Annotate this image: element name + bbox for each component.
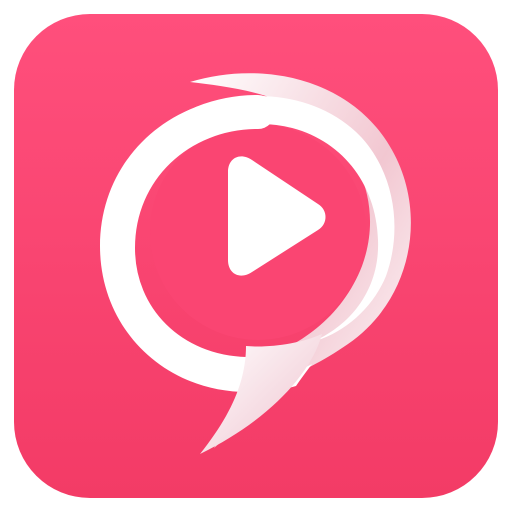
app-icon-graphic	[14, 14, 498, 498]
app-icon[interactable]	[0, 0, 512, 512]
